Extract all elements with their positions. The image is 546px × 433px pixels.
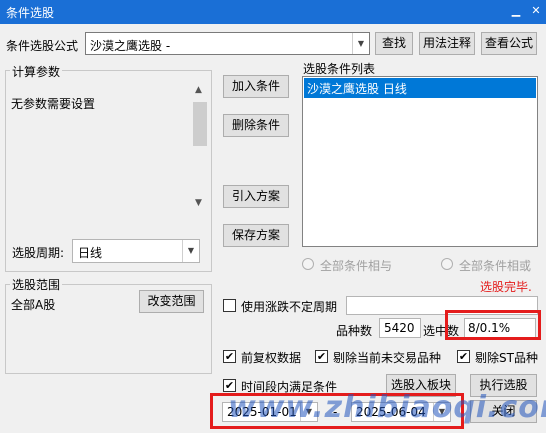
exclude-st-checkbox[interactable]: ✔ [457,350,470,363]
formula-label: 条件选股公式 [6,39,79,53]
scope-group-label: 选股范围 [10,276,63,293]
add-condition-button[interactable]: 加入条件 [223,75,289,98]
minimize-icon[interactable]: ▁ [509,4,523,18]
adjust-checkbox[interactable]: ✔ [223,350,236,363]
chevron-down-icon[interactable]: ▼ [182,240,199,262]
watermark-text: www.zhibiaoqi.com [228,390,546,425]
adjust-label: 前复权数据 [241,351,302,365]
period-label: 选股周期: [12,246,65,260]
unfixed-period-checkbox[interactable] [223,299,236,312]
condition-list[interactable]: 沙漠之鹰选股 日线 [302,76,538,247]
params-scrollbar[interactable]: ▲ ▼ [192,84,208,212]
and-radio[interactable] [302,258,314,270]
find-button[interactable]: 查找 [375,32,413,55]
scope-value: 全部A股 [11,298,56,312]
params-group-label: 计算参数 [10,63,63,80]
condition-item-label: 沙漠之鹰选股 日线 [307,82,407,96]
or-radio[interactable] [441,258,453,270]
window-title: 条件选股 [6,6,55,20]
close-icon[interactable]: ✕ [529,4,543,18]
status-text: 选股完毕. [480,280,532,294]
condition-list-item[interactable]: 沙漠之鹰选股 日线 [304,78,536,98]
view-formula-button[interactable]: 查看公式 [481,32,537,55]
params-text: 无参数需要设置 [11,97,96,111]
save-scheme-button[interactable]: 保存方案 [223,224,289,247]
change-scope-button[interactable]: 改变范围 [139,290,204,313]
scroll-up-icon[interactable]: ▲ [195,85,202,95]
scroll-down-icon[interactable]: ▼ [195,198,202,208]
condition-list-label: 选股条件列表 [303,62,376,76]
highlight-box-selected [445,310,541,340]
and-radio-label: 全部条件相与 [320,259,393,273]
period-select[interactable]: 日线 ▼ [72,239,200,263]
formula-select[interactable]: 沙漠之鹰选股 - ▼ [85,32,370,55]
usage-button[interactable]: 用法注释 [419,32,475,55]
period-value: 日线 [78,246,103,260]
title-bar: 条件选股 ▁ ✕ [0,0,546,24]
count-label: 品种数 [336,324,373,338]
scroll-thumb[interactable] [193,102,207,146]
exclude-untraded-label: 剔除当前未交易品种 [333,351,442,365]
formula-value: 沙漠之鹰选股 - [90,39,171,53]
or-radio-label: 全部条件相或 [459,259,532,273]
exclude-untraded-checkbox[interactable]: ✔ [315,350,328,363]
chevron-down-icon[interactable]: ▼ [352,33,369,54]
unfixed-period-label: 使用涨跌不定周期 [241,300,338,314]
exclude-st-label: 剔除ST品种 [475,351,538,365]
import-scheme-button[interactable]: 引入方案 [223,185,289,208]
count-value: 5420 [384,321,415,335]
count-field: 5420 [379,318,421,338]
delete-condition-button[interactable]: 删除条件 [223,114,289,137]
